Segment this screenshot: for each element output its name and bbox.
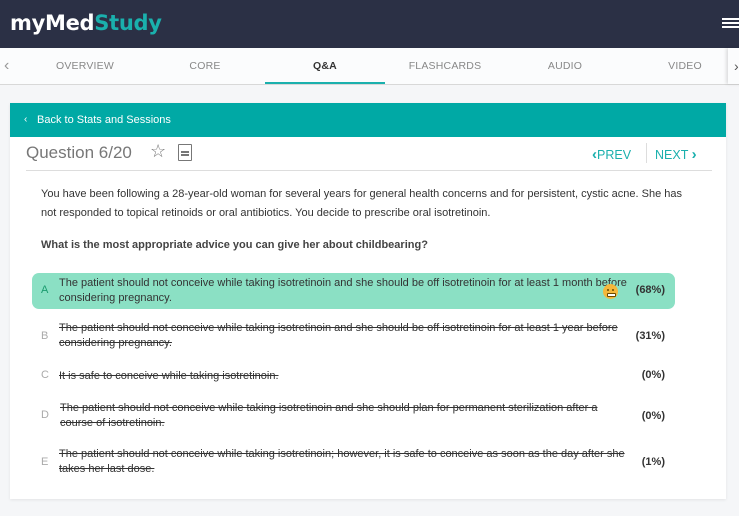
option-percent: (68%): [635, 284, 665, 296]
back-to-stats-link[interactable]: Back to Stats and Sessions: [37, 103, 171, 137]
option-text: The patient should not conceive while ta…: [59, 277, 627, 304]
option-letter: A: [41, 284, 49, 296]
tab-qa[interactable]: Q&A: [265, 48, 385, 84]
question-header: Question 6/20 ☆ ‹PREV NEXT ›: [26, 137, 712, 171]
option-letter: E: [41, 456, 49, 468]
tab-audio[interactable]: AUDIO: [505, 48, 625, 84]
option-text: The patient should not conceive while ta…: [59, 322, 618, 349]
answer-option-d[interactable]: D The patient should not conceive while …: [32, 399, 675, 433]
tab-flashcards[interactable]: FLASHCARDS: [385, 48, 505, 84]
question-stem: You have been following a 28-year-old wo…: [41, 188, 683, 219]
tabs-scroll-left-icon[interactable]: ‹: [4, 57, 9, 75]
option-percent: (0%): [641, 369, 665, 381]
app-logo[interactable]: myMedStudy: [10, 11, 162, 35]
answer-option-b[interactable]: B The patient should not conceive while …: [32, 319, 675, 353]
option-percent: (0%): [641, 410, 665, 422]
back-chevron-icon[interactable]: ‹: [24, 103, 27, 137]
prev-label: PREV: [597, 148, 632, 162]
question-prompt: What is the most appropriate advice you …: [41, 239, 428, 251]
option-text: The patient should not conceive while ta…: [60, 402, 598, 429]
option-text: The patient should not conceive while ta…: [59, 448, 625, 475]
option-percent: (31%): [635, 330, 665, 342]
tab-core[interactable]: CORE: [145, 48, 265, 84]
question-title: Question 6/20: [26, 143, 132, 162]
question-panel: ‹ Back to Stats and Sessions Question 6/…: [10, 103, 726, 499]
notes-icon[interactable]: [178, 144, 192, 161]
option-letter: C: [41, 369, 49, 381]
option-percent: (1%): [641, 456, 665, 468]
answer-option-a[interactable]: A The patient should not conceive while …: [32, 273, 675, 309]
answer-option-c[interactable]: C It is safe to conceive while taking is…: [32, 367, 675, 387]
logo-text-my-med: myMed: [10, 11, 95, 35]
hamburger-menu-icon[interactable]: [722, 18, 739, 30]
nav-divider: [646, 143, 647, 163]
section-tab-bar: ‹ OVERVIEW CORE Q&A FLASHCARDS AUDIO VID…: [0, 48, 739, 85]
top-navigation-bar: myMedStudy: [0, 0, 739, 48]
prev-button[interactable]: ‹PREV: [592, 146, 631, 163]
option-letter: D: [41, 409, 49, 421]
option-text: It is safe to conceive while taking isot…: [59, 370, 279, 382]
chevron-right-icon: ›: [691, 146, 697, 163]
answer-option-e[interactable]: E The patient should not conceive while …: [32, 445, 675, 479]
logo-text-study: Study: [94, 11, 162, 35]
back-bar: ‹ Back to Stats and Sessions: [10, 103, 726, 137]
tabs-scroll-right-icon[interactable]: ›: [728, 48, 739, 84]
star-icon[interactable]: ☆: [150, 141, 166, 162]
smiley-face-icon: [603, 284, 618, 299]
tab-video[interactable]: VIDEO: [625, 48, 739, 84]
next-button[interactable]: NEXT ›: [655, 146, 697, 163]
next-label: NEXT: [655, 148, 689, 162]
tab-overview[interactable]: OVERVIEW: [25, 48, 145, 84]
option-letter: B: [41, 330, 49, 342]
